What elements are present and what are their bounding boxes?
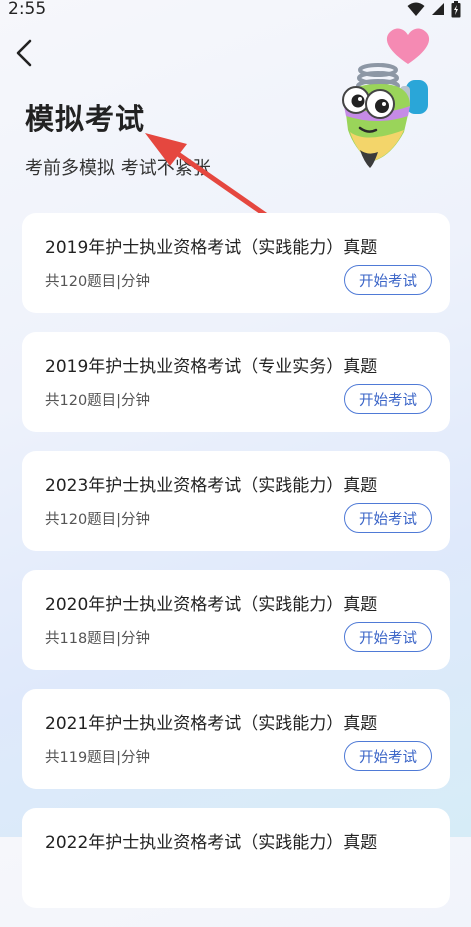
exam-card[interactable]: 2019年护士执业资格考试（专业实务）真题 共120题目|分钟 开始考试 bbox=[22, 332, 450, 432]
page-subtitle: 考前多模拟 考试不紧张 bbox=[25, 158, 211, 179]
heart-icon bbox=[386, 28, 430, 64]
exam-meta: 共120题目|分钟 bbox=[45, 512, 151, 528]
exam-meta: 共118题目|分钟 bbox=[45, 631, 151, 647]
exam-title: 2021年护士执业资格考试（实践能力）真题 bbox=[45, 714, 378, 734]
exam-card[interactable]: 2020年护士执业资格考试（实践能力）真题 共118题目|分钟 开始考试 bbox=[22, 570, 450, 670]
exam-meta: 共119题目|分钟 bbox=[45, 750, 151, 766]
status-bar: 2:55 bbox=[0, 0, 471, 22]
exam-card[interactable]: 2019年护士执业资格考试（实践能力）真题 共120题目|分钟 开始考试 bbox=[22, 213, 450, 313]
wifi-icon bbox=[407, 2, 425, 16]
signal-icon bbox=[432, 3, 444, 15]
exam-title: 2020年护士执业资格考试（实践能力）真题 bbox=[45, 595, 378, 615]
start-exam-button[interactable]: 开始考试 bbox=[344, 622, 432, 652]
battery-icon bbox=[451, 0, 461, 17]
start-exam-button[interactable]: 开始考试 bbox=[344, 503, 432, 533]
status-icons bbox=[407, 0, 461, 17]
mascot-illustration bbox=[342, 28, 430, 168]
exam-title: 2019年护士执业资格考试（专业实务）真题 bbox=[45, 357, 378, 377]
back-button[interactable] bbox=[12, 38, 40, 68]
start-exam-button[interactable]: 开始考试 bbox=[344, 741, 432, 771]
start-exam-button[interactable]: 开始考试 bbox=[344, 384, 432, 414]
back-arrow-icon bbox=[16, 39, 32, 67]
exam-meta: 共120题目|分钟 bbox=[45, 393, 151, 409]
exam-title: 2022年护士执业资格考试（实践能力）真题 bbox=[45, 833, 378, 853]
exam-title: 2019年护士执业资格考试（实践能力）真题 bbox=[45, 238, 378, 258]
exam-meta: 共120题目|分钟 bbox=[45, 274, 151, 290]
exam-card[interactable]: 2021年护士执业资格考试（实践能力）真题 共119题目|分钟 开始考试 bbox=[22, 689, 450, 789]
exam-card[interactable]: 2023年护士执业资格考试（实践能力）真题 共120题目|分钟 开始考试 bbox=[22, 451, 450, 551]
start-exam-button[interactable]: 开始考试 bbox=[344, 265, 432, 295]
page-title: 模拟考试 bbox=[25, 102, 146, 136]
exam-list: 2019年护士执业资格考试（实践能力）真题 共120题目|分钟 开始考试 201… bbox=[22, 213, 450, 927]
status-time: 2:55 bbox=[8, 0, 47, 19]
exam-card[interactable]: 2022年护士执业资格考试（实践能力）真题 bbox=[22, 808, 450, 908]
exam-title: 2023年护士执业资格考试（实践能力）真题 bbox=[45, 476, 378, 496]
